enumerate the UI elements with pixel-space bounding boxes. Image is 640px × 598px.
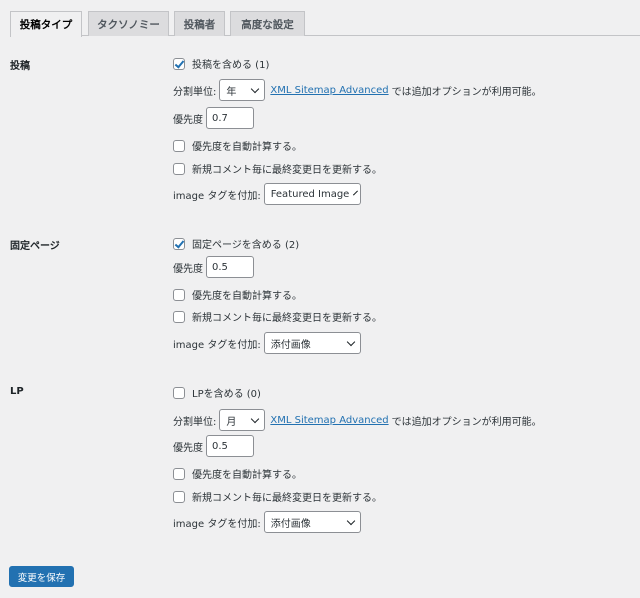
post-update-comment-row: 新規コメント毎に最終変更日を更新する。 — [173, 161, 382, 176]
tab-post-types[interactable]: 投稿タイプ — [10, 11, 82, 37]
page-update-comment-checkbox[interactable] — [173, 310, 185, 323]
page-update-comment-label: 新規コメント毎に最終変更日を更新する。 — [192, 313, 382, 324]
post-split-label: 分割単位: — [173, 86, 217, 98]
post-include-row: 投稿を含める (1) — [173, 56, 269, 71]
lp-image-row: image タグを付加: 添付画像 — [173, 511, 361, 533]
lp-include-label: LPを含める (0) — [192, 389, 261, 400]
post-split-value: 年 — [226, 86, 237, 98]
post-include-checkbox[interactable] — [173, 57, 185, 70]
post-image-row: image タグを付加: Featured Image — [173, 183, 361, 205]
post-auto-priority-label: 優先度を自動計算する。 — [192, 142, 302, 153]
lp-priority-input[interactable]: 0.5 — [206, 435, 254, 457]
page-auto-priority-label: 優先度を自動計算する。 — [192, 291, 302, 302]
lp-split-select[interactable]: 月 — [219, 409, 266, 431]
lp-auto-priority-row: 優先度を自動計算する。 — [173, 466, 302, 481]
lp-include-checkbox[interactable] — [173, 386, 185, 399]
page-priority-label: 優先度 — [173, 263, 203, 275]
post-image-select[interactable]: Featured Image — [263, 183, 361, 205]
chevron-down-icon — [353, 190, 359, 195]
page-priority-row: 優先度 0.5 — [173, 256, 254, 278]
lp-split-value: 月 — [226, 416, 237, 428]
page-image-row: image タグを付加: 添付画像 — [173, 332, 361, 354]
chevron-down-icon — [251, 414, 260, 423]
page-image-value: 添付画像 — [270, 339, 311, 351]
post-auto-priority-checkbox[interactable] — [173, 139, 185, 152]
tab-authors[interactable]: 投稿者 — [174, 11, 225, 36]
lp-image-select[interactable]: 添付画像 — [263, 511, 361, 533]
tab-taxonomies[interactable]: タクソノミー — [88, 11, 169, 36]
post-priority-row: 優先度 0.7 — [173, 107, 254, 129]
post-update-comment-checkbox[interactable] — [173, 162, 185, 175]
xml-sitemap-advanced-link[interactable]: XML Sitemap Advanced — [270, 415, 388, 426]
post-auto-priority-row: 優先度を自動計算する。 — [173, 138, 302, 153]
post-addon-text: では追加オプションが利用可能。 — [391, 86, 542, 98]
page-auto-priority-row: 優先度を自動計算する。 — [173, 287, 302, 302]
post-split-select[interactable]: 年 — [219, 79, 266, 101]
page-priority-input[interactable]: 0.5 — [206, 256, 254, 278]
section-title-page: 固定ページ — [10, 241, 60, 252]
post-update-comment-label: 新規コメント毎に最終変更日を更新する。 — [192, 165, 382, 176]
post-priority-value: 0.7 — [212, 112, 228, 124]
page-include-row: 固定ページを含める (2) — [173, 236, 299, 251]
lp-update-comment-label: 新規コメント毎に最終変更日を更新する。 — [192, 493, 382, 504]
lp-addon-text: では追加オプションが利用可能。 — [391, 416, 542, 428]
lp-update-comment-checkbox[interactable] — [173, 490, 185, 503]
lp-image-label: image タグを付加: — [173, 518, 261, 530]
tab-advanced[interactable]: 高度な設定 — [230, 11, 305, 36]
lp-split-label: 分割単位: — [173, 416, 217, 428]
post-priority-input[interactable]: 0.7 — [206, 107, 254, 129]
tab-bar: 投稿タイプ タクソノミー 投稿者 高度な設定 — [10, 11, 640, 37]
section-title-post: 投稿 — [10, 61, 30, 72]
chevron-down-icon — [251, 84, 260, 93]
post-priority-label: 優先度 — [173, 114, 203, 126]
lp-priority-label: 優先度 — [173, 442, 203, 454]
chevron-down-icon — [346, 337, 355, 346]
page-priority-value: 0.5 — [212, 261, 228, 273]
post-split-row: 分割単位: 年 XML Sitemap Advanced では追加オプションが利… — [173, 79, 542, 101]
lp-priority-value: 0.5 — [212, 440, 228, 452]
page-include-label: 固定ページを含める (2) — [192, 240, 300, 251]
section-title-lp: LP — [10, 386, 24, 397]
page-image-label: image タグを付加: — [173, 339, 261, 351]
lp-include-row: LPを含める (0) — [173, 385, 261, 400]
post-image-label: image タグを付加: — [173, 190, 261, 202]
xml-sitemap-advanced-link[interactable]: XML Sitemap Advanced — [270, 85, 388, 96]
lp-auto-priority-checkbox[interactable] — [173, 467, 185, 480]
lp-auto-priority-label: 優先度を自動計算する。 — [192, 470, 302, 481]
page-auto-priority-checkbox[interactable] — [173, 288, 185, 301]
lp-update-comment-row: 新規コメント毎に最終変更日を更新する。 — [173, 489, 382, 504]
post-include-label: 投稿を含める (1) — [192, 60, 270, 71]
page-include-checkbox[interactable] — [173, 237, 185, 250]
post-image-value: Featured Image — [270, 188, 350, 200]
chevron-down-icon — [346, 516, 355, 525]
page-update-comment-row: 新規コメント毎に最終変更日を更新する。 — [173, 309, 382, 324]
lp-split-row: 分割単位: 月 XML Sitemap Advanced では追加オプションが利… — [173, 409, 542, 431]
page-image-select[interactable]: 添付画像 — [263, 332, 361, 354]
lp-priority-row: 優先度 0.5 — [173, 435, 254, 457]
lp-image-value: 添付画像 — [270, 518, 311, 530]
save-changes-button[interactable]: 変更を保存 — [9, 566, 74, 587]
